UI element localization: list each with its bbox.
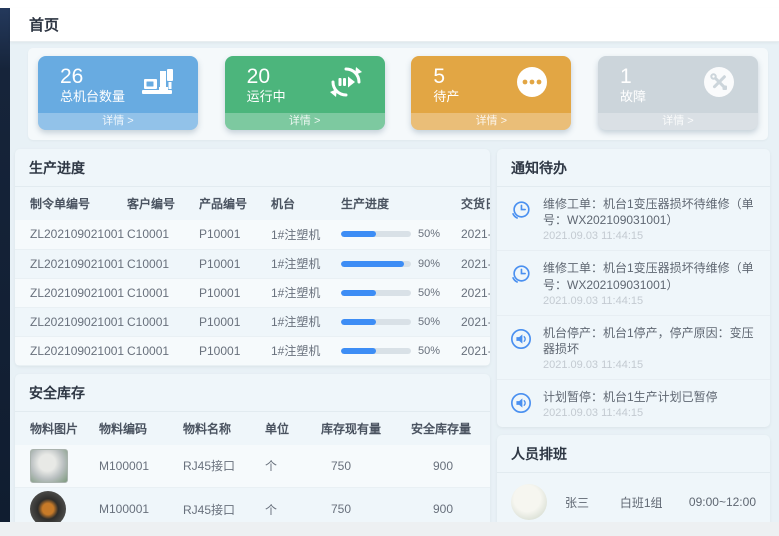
col-material-image: 物料图片 xyxy=(15,412,95,445)
col-stock-qty: 库存现有量 xyxy=(317,412,407,445)
fault-detail-link[interactable]: 详情 > xyxy=(598,113,758,130)
notification-text: 计划暂停：机台1生产计划已暂停 xyxy=(543,389,718,405)
col-order-no: 制令单编号 xyxy=(15,187,123,220)
speaker-icon xyxy=(510,325,534,371)
safety-inventory-panel: 安全库存 物料图片 物料编码 物料名称 单位 库存现有量 安全库存量 xyxy=(15,374,490,536)
personnel-schedule-panel: 人员排班 张三 白班1组 09:00~12:00 李四 白班2组 12:00~1… xyxy=(497,435,770,536)
running-label: 运行中 xyxy=(247,89,286,105)
notifications-title: 通知待办 xyxy=(497,149,770,187)
production-row: ZL202109021001 C10001 P10001 1#注塑机 50% 2… xyxy=(15,307,490,336)
notifications-panel: 通知待办 维修工单：机台1变压器损坏待维修（单号：WX202109031001） xyxy=(497,149,770,427)
col-delivery-date: 交货日期 xyxy=(457,187,490,220)
total-machines-detail-link[interactable]: 详情 > xyxy=(38,113,198,130)
topbar: 首页 xyxy=(10,8,779,42)
notification-text: 机台停产：机台1停产，停产原因：变压器损坏 xyxy=(543,325,757,357)
total-machines-label: 总机台数量 xyxy=(60,89,125,105)
person-name: 张三 xyxy=(565,494,620,511)
col-machine: 机台 xyxy=(267,187,337,220)
production-progress-table: 制令单编号 客户编号 产品编号 机台 生产进度 交货日期 ZL202109021… xyxy=(15,187,490,366)
fault-value: 1 xyxy=(620,64,646,89)
safety-inventory-table: 物料图片 物料编码 物料名称 单位 库存现有量 安全库存量 M xyxy=(15,412,490,536)
card-total-machines[interactable]: 26 总机台数量 xyxy=(38,56,198,130)
notification-item[interactable]: 维修工单：机台1变压器损坏待维修（单号：WX202109031001） 2021… xyxy=(497,251,770,315)
col-customer-no: 客户编号 xyxy=(123,187,195,220)
card-waiting[interactable]: 5 待产 详情 > xyxy=(411,56,571,130)
notification-time: 2021.09.03 11:44:15 xyxy=(543,407,718,419)
inventory-row: M100001 RJ45接口 个 750 900 xyxy=(15,445,490,488)
stat-cards-panel: 26 总机台数量 xyxy=(28,48,768,140)
progress-bar: 50% xyxy=(341,345,453,357)
person-shift: 白班1组 xyxy=(620,494,689,511)
dashboard-page: 首页 26 总机台数量 xyxy=(0,0,779,536)
tab-home[interactable]: 首页 xyxy=(29,14,59,35)
waiting-label: 待产 xyxy=(433,89,459,105)
col-product-no: 产品编号 xyxy=(195,187,267,220)
card-fault[interactable]: 1 故障 详情 > xyxy=(598,56,758,130)
sidebar-edge xyxy=(0,8,10,522)
schedule-row: 张三 白班1组 09:00~12:00 xyxy=(497,477,770,527)
tools-icon xyxy=(702,65,736,104)
waiting-detail-link[interactable]: 详情 > xyxy=(411,113,571,130)
total-machines-value: 26 xyxy=(60,64,125,89)
running-icon xyxy=(329,65,363,104)
person-time: 09:00~12:00 xyxy=(689,495,756,509)
machine-icon xyxy=(140,67,176,102)
card-running[interactable]: 20 运行中 xyxy=(225,56,385,130)
notification-item[interactable]: 维修工单：机台1变压器损坏待维修（单号：WX202109031001） 2021… xyxy=(497,187,770,251)
fault-label: 故障 xyxy=(620,89,646,105)
running-value: 20 xyxy=(247,64,286,89)
notification-time: 2021.09.03 11:44:15 xyxy=(543,295,757,307)
clock-icon xyxy=(510,196,534,242)
production-progress-title: 生产进度 xyxy=(15,149,490,187)
waiting-value: 5 xyxy=(433,64,459,89)
notification-item[interactable]: 机台停产：机台1停产，停产原因：变压器损坏 2021.09.03 11:44:1… xyxy=(497,316,770,380)
material-image-rj45 xyxy=(30,449,68,483)
col-safety-qty: 安全库存量 xyxy=(407,412,490,445)
main-content: 26 总机台数量 xyxy=(10,42,779,522)
window-bottom-edge xyxy=(0,522,779,536)
progress-bar: 50% xyxy=(341,287,453,299)
running-detail-link[interactable]: 详情 > xyxy=(225,113,385,130)
production-row: ZL202109021001 C10001 P10001 1#注塑机 50% 2… xyxy=(15,220,490,249)
avatar xyxy=(511,484,547,520)
notification-time: 2021.09.03 11:44:15 xyxy=(543,230,757,242)
notification-item[interactable]: 计划暂停：机台1生产计划已暂停 2021.09.03 11:44:15 xyxy=(497,380,770,427)
progress-bar: 90% xyxy=(341,258,453,270)
notification-text: 维修工单：机台1变压器损坏待维修（单号：WX202109031001） xyxy=(543,196,757,228)
production-row: ZL202109021001 C10001 P10001 1#注塑机 90% 2… xyxy=(15,249,490,278)
progress-bar: 50% xyxy=(341,316,453,328)
col-material-name: 物料名称 xyxy=(179,412,261,445)
ellipsis-icon xyxy=(515,65,549,104)
production-row: ZL202109021001 C10001 P10001 1#注塑机 50% 2… xyxy=(15,336,490,365)
col-material-code: 物料编码 xyxy=(95,412,179,445)
production-row: ZL202109021001 C10001 P10001 1#注塑机 50% 2… xyxy=(15,278,490,307)
notification-time: 2021.09.03 11:44:15 xyxy=(543,359,757,371)
safety-inventory-title: 安全库存 xyxy=(15,374,490,412)
production-progress-panel: 生产进度 制令单编号 客户编号 产品编号 机台 生产进度 交货日期 xyxy=(15,149,490,366)
col-progress: 生产进度 xyxy=(337,187,457,220)
speaker-icon xyxy=(510,389,534,419)
clock-icon xyxy=(510,260,534,306)
personnel-schedule-title: 人员排班 xyxy=(497,435,770,473)
notification-text: 维修工单：机台1变压器损坏待维修（单号：WX202109031001） xyxy=(543,260,757,292)
progress-bar: 50% xyxy=(341,228,453,240)
col-unit: 单位 xyxy=(261,412,317,445)
